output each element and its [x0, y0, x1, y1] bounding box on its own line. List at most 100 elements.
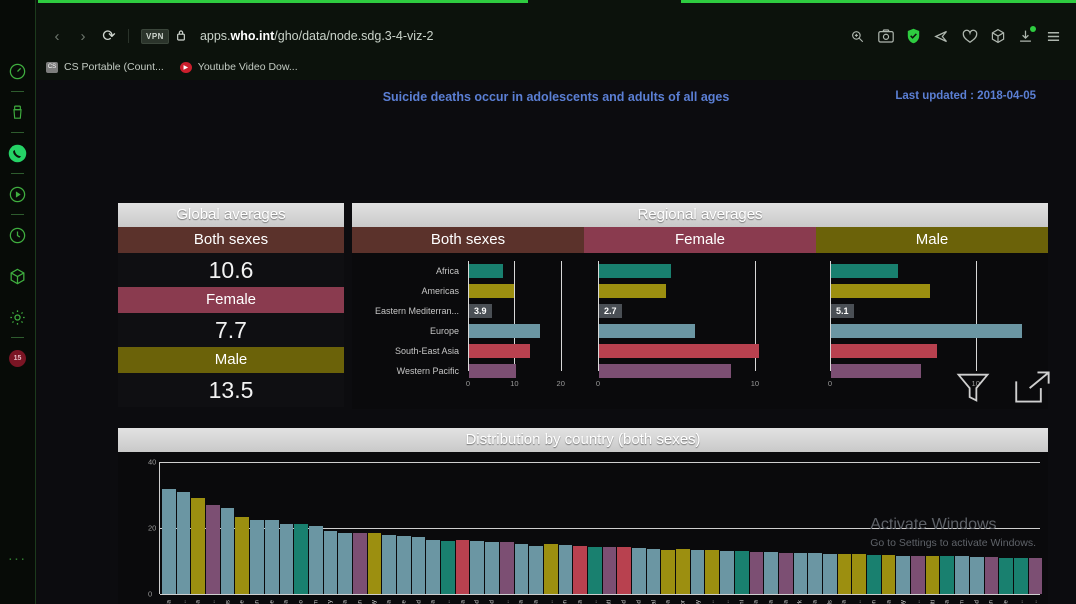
tab-male[interactable]: Male — [816, 227, 1048, 253]
expand-fullscreen-icon[interactable] — [1014, 370, 1052, 409]
distribution-bar-column[interactable] — [206, 462, 220, 594]
tab-both-sexes[interactable]: Both sexes — [352, 227, 584, 253]
distribution-bar-column[interactable] — [191, 462, 206, 594]
distribution-bar-column[interactable] — [176, 462, 191, 594]
distribution-bar-column[interactable] — [587, 462, 602, 594]
distribution-bar-column[interactable] — [294, 462, 308, 594]
address-bar[interactable]: apps.who.int/gho/data/node.sdg.3-4-viz-2 — [200, 29, 433, 43]
distribution-bar-column[interactable] — [852, 462, 866, 594]
regional-bar-row[interactable] — [469, 364, 517, 378]
regional-bar-row[interactable] — [469, 284, 515, 298]
distribution-bar-column[interactable] — [485, 462, 499, 594]
distribution-bar-column[interactable] — [646, 462, 661, 594]
distribution-bar-column[interactable] — [925, 462, 940, 594]
cube-icon[interactable] — [989, 28, 1006, 45]
distribution-bar-column[interactable] — [543, 462, 558, 594]
distribution-bar-column[interactable] — [720, 462, 734, 594]
whatsapp-icon[interactable] — [7, 142, 29, 164]
forward-button[interactable]: › — [70, 23, 96, 49]
reload-button[interactable]: ⟳ — [96, 23, 122, 49]
vpn-badge[interactable]: VPN — [141, 28, 169, 44]
distribution-bar-column[interactable] — [690, 462, 705, 594]
distribution-bar-column[interactable] — [499, 462, 514, 594]
distribution-bar-column[interactable] — [837, 462, 852, 594]
bookmark-item[interactable]: ▶ Youtube Video Dow... — [179, 61, 298, 73]
filter-funnel-icon[interactable] — [954, 368, 992, 411]
distribution-bar-column[interactable] — [558, 462, 573, 594]
distribution-bar-column[interactable] — [808, 462, 822, 594]
regional-bar-row[interactable] — [469, 264, 504, 278]
regional-bar-annotation[interactable]: 5.1 — [831, 304, 854, 318]
sidebar-more-button[interactable]: ... — [8, 547, 27, 564]
distribution-bar-column[interactable] — [955, 462, 969, 594]
distribution-bar-column[interactable] — [397, 462, 411, 594]
tab-female[interactable]: Female — [584, 227, 816, 253]
play-circle-icon[interactable] — [7, 183, 29, 205]
menu-icon[interactable] — [1045, 28, 1062, 45]
send-icon[interactable] — [933, 28, 950, 45]
distribution-bar-column[interactable] — [778, 462, 793, 594]
distribution-bar-column[interactable] — [705, 462, 720, 594]
distribution-bar-column[interactable] — [367, 462, 382, 594]
regional-bar-row[interactable] — [599, 324, 695, 338]
distribution-bar-column[interactable] — [1013, 462, 1028, 594]
distribution-bar-column[interactable] — [470, 462, 485, 594]
regional-bar-row[interactable] — [469, 344, 531, 358]
distribution-bar-column[interactable] — [529, 462, 543, 594]
distribution-bar-column[interactable] — [426, 462, 441, 594]
distribution-bar-column[interactable] — [984, 462, 999, 594]
regional-bar-annotation[interactable]: 2.7 — [599, 304, 622, 318]
distribution-bar-column[interactable] — [661, 462, 676, 594]
distribution-bar-column[interactable] — [338, 462, 352, 594]
distribution-bar-column[interactable] — [235, 462, 250, 594]
clock-icon[interactable] — [7, 224, 29, 246]
distribution-bar-column[interactable] — [352, 462, 367, 594]
distribution-bar-column[interactable] — [162, 462, 176, 594]
distribution-bar-column[interactable] — [264, 462, 279, 594]
heart-icon[interactable] — [961, 28, 978, 45]
speedometer-icon[interactable] — [7, 60, 29, 82]
distribution-bar-column[interactable] — [411, 462, 426, 594]
distribution-bar-column[interactable] — [1028, 462, 1043, 594]
distribution-bar-column[interactable] — [382, 462, 396, 594]
distribution-bar-column[interactable] — [220, 462, 235, 594]
download-icon[interactable] — [1017, 25, 1036, 45]
regional-bar-row[interactable] — [599, 344, 760, 358]
distribution-bar-column[interactable] — [822, 462, 837, 594]
regional-bar-row[interactable] — [599, 364, 731, 378]
distribution-bar-column[interactable] — [279, 462, 294, 594]
distribution-bar-column[interactable] — [793, 462, 808, 594]
regional-bar-row[interactable] — [469, 324, 541, 338]
distribution-bar-column[interactable] — [455, 462, 470, 594]
distribution-bar-column[interactable] — [632, 462, 646, 594]
shield-check-icon[interactable] — [905, 28, 922, 45]
regional-bar-row[interactable] — [831, 264, 899, 278]
back-button[interactable]: ‹ — [44, 23, 70, 49]
shield-badge-icon[interactable]: 15 — [7, 347, 29, 369]
zoom-search-icon[interactable] — [849, 28, 866, 45]
bookmark-item[interactable]: CS CS Portable (Count... — [46, 61, 164, 73]
distribution-bar-column[interactable] — [867, 462, 881, 594]
distribution-bar-column[interactable] — [764, 462, 778, 594]
screenshot-camera-icon[interactable] — [877, 28, 894, 45]
distribution-bar-column[interactable] — [441, 462, 455, 594]
distribution-bar-column[interactable] — [881, 462, 896, 594]
distribution-bar-column[interactable] — [896, 462, 911, 594]
broom-icon[interactable] — [7, 101, 29, 123]
gear-icon[interactable] — [7, 306, 29, 328]
distribution-bar-column[interactable] — [514, 462, 529, 594]
distribution-bar-column[interactable] — [573, 462, 587, 594]
distribution-bar-column[interactable] — [250, 462, 264, 594]
distribution-bar-column[interactable] — [911, 462, 925, 594]
distribution-bar-column[interactable] — [676, 462, 690, 594]
regional-bar-annotation[interactable]: 3.9 — [469, 304, 492, 318]
distribution-bar-column[interactable] — [602, 462, 617, 594]
regional-bar-row[interactable] — [831, 364, 922, 378]
regional-bar-row[interactable] — [831, 324, 1022, 338]
distribution-bar-column[interactable] — [969, 462, 984, 594]
distribution-bar-column[interactable] — [734, 462, 749, 594]
distribution-bar-column[interactable] — [308, 462, 323, 594]
distribution-bar-column[interactable] — [940, 462, 955, 594]
regional-bar-row[interactable] — [831, 284, 931, 298]
distribution-bar-column[interactable] — [323, 462, 338, 594]
